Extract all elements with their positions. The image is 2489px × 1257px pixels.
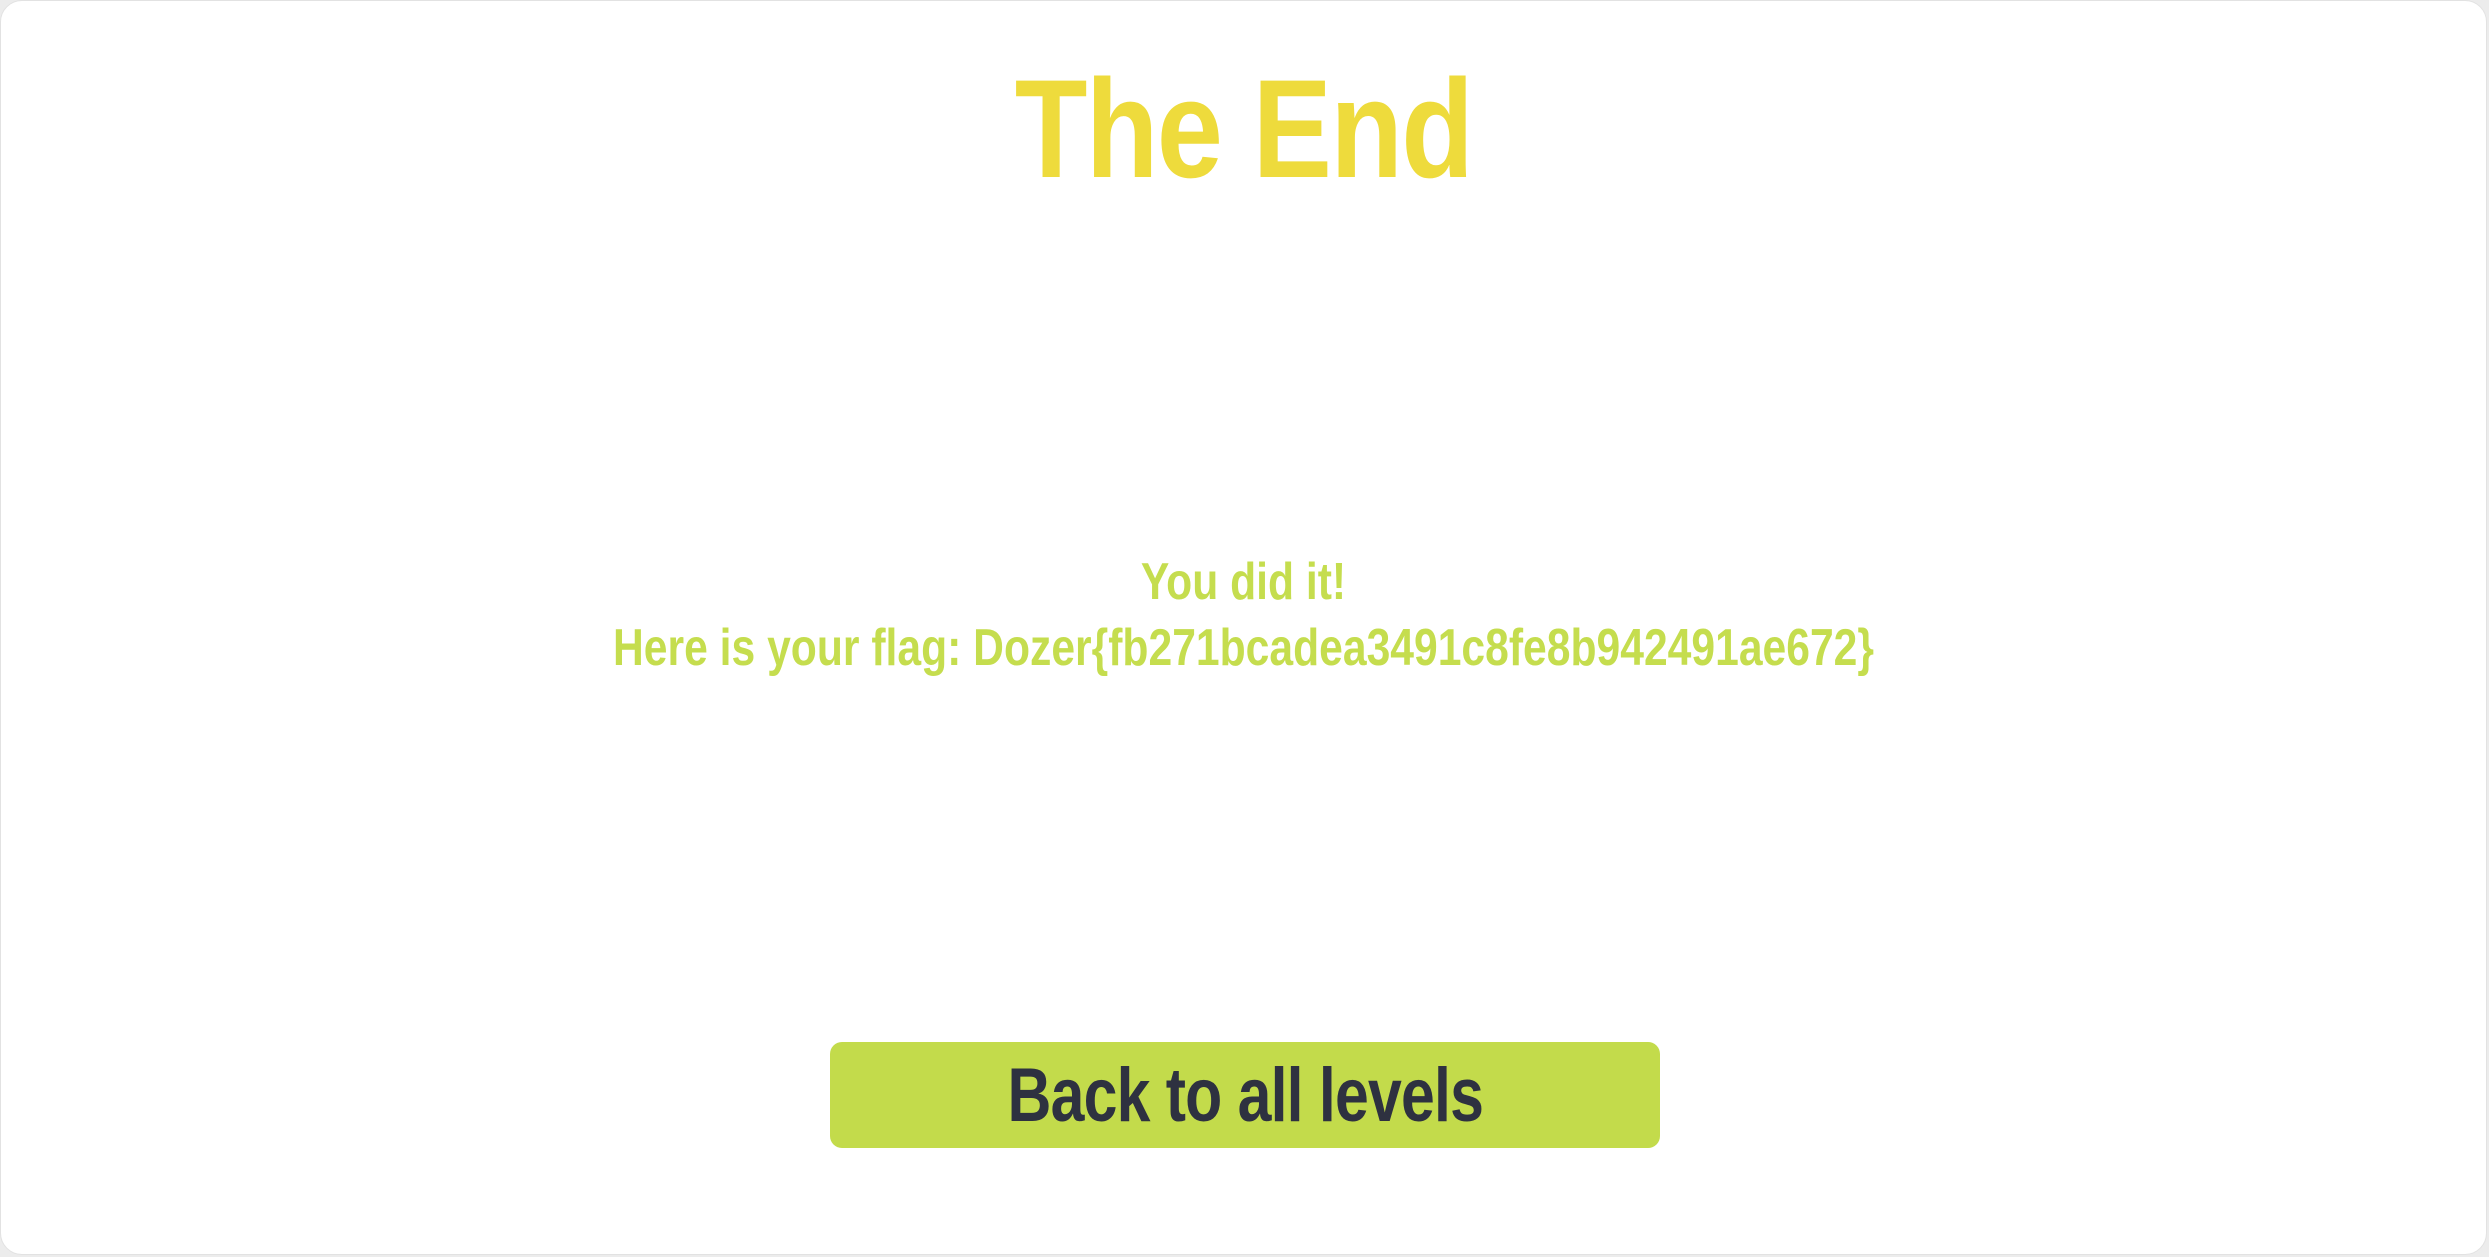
end-screen: The End You did it! Here is your flag: D… [0, 0, 2487, 1255]
page-title: The End [1014, 50, 1474, 207]
completion-message: You did it! Here is your flag: Dozer{fb2… [1, 549, 2486, 681]
back-to-levels-button[interactable]: Back to all levels [830, 1042, 1660, 1148]
back-to-levels-label: Back to all levels [1007, 1052, 1483, 1138]
flag-text: Here is your flag: Dozer{fb271bcadea3491… [612, 619, 1874, 677]
success-text: You did it! [1140, 553, 1347, 611]
